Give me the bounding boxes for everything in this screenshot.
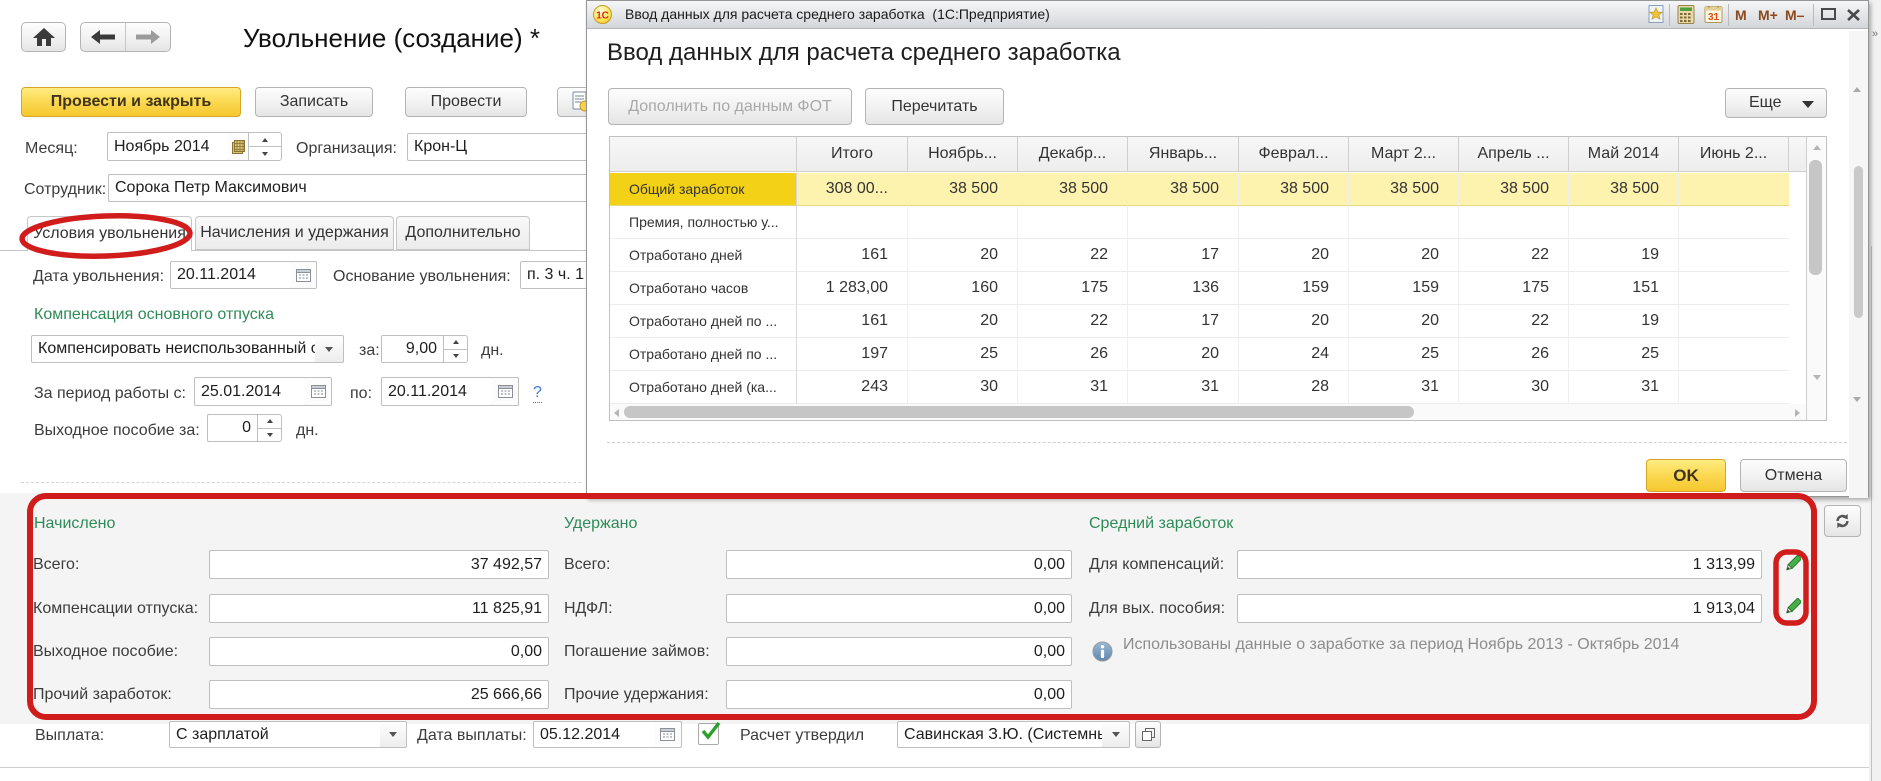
svg-text:1С: 1С [596,11,609,22]
svg-text:31: 31 [1708,12,1720,23]
